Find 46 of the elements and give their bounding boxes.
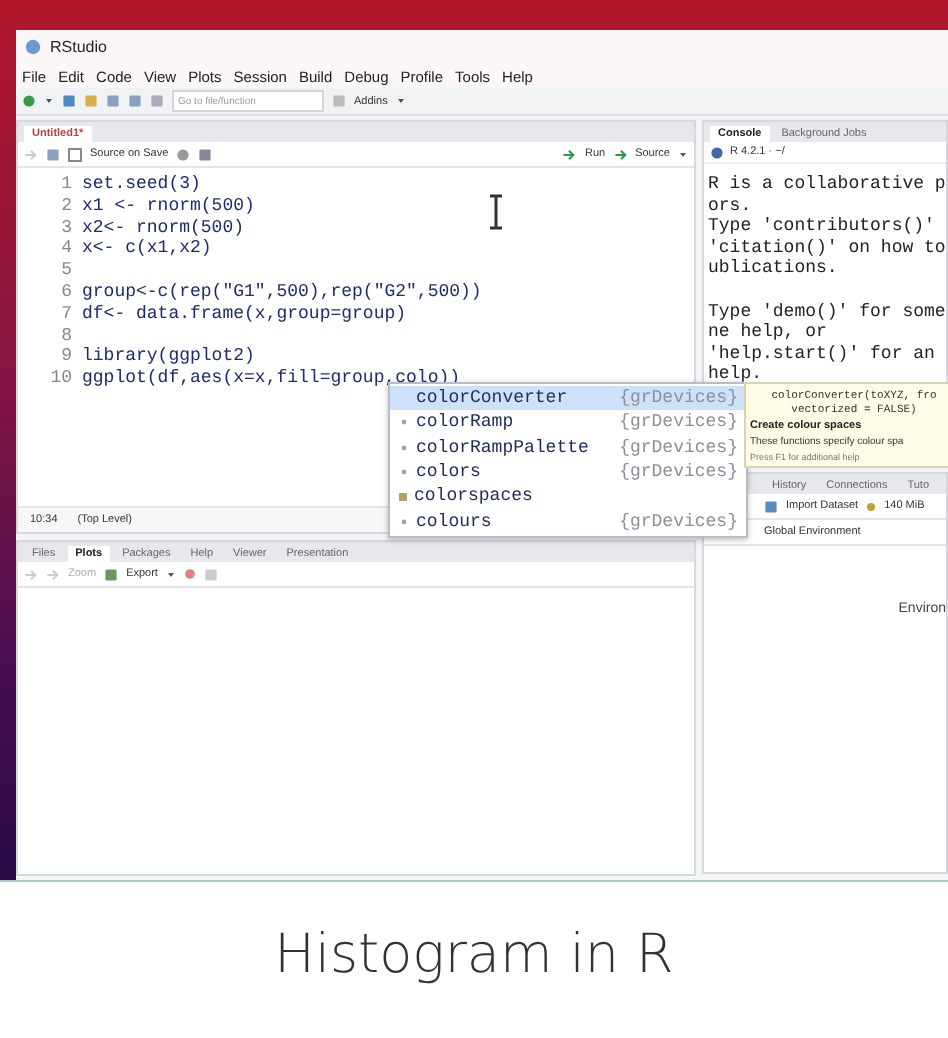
back-button[interactable] <box>24 147 38 161</box>
code-line: x1 <- rnorm(500) <box>82 195 255 218</box>
console-line: 'help.start()' for an <box>708 343 935 364</box>
completion-item[interactable]: colorspaces <box>390 484 746 509</box>
code-line: library(ggplot2) <box>82 346 255 369</box>
code-line: df<- data.frame(x,group=group) <box>82 303 407 326</box>
run-arrow-icon <box>562 147 577 161</box>
completion-item[interactable]: colorRampPalette {grDevices} <box>390 435 746 460</box>
line-number: 9 <box>59 346 74 369</box>
forward-button[interactable] <box>46 567 60 581</box>
video-caption: Histogram in R <box>274 923 674 989</box>
console-line: ors. <box>708 195 752 216</box>
line-number: 2 <box>59 195 74 218</box>
line-number: 8 <box>59 325 74 347</box>
console-line: help. <box>708 364 763 385</box>
console-line: Type 'contributors()' <box>708 216 937 237</box>
console-line: R is a collaborative p <box>708 174 946 194</box>
window-title: RStudio <box>50 38 107 56</box>
line-number: 4 <box>59 238 74 261</box>
code-line: set.seed(3) <box>82 174 201 196</box>
line-number: 1 <box>59 174 74 196</box>
rerun-button[interactable] <box>613 147 628 161</box>
caret-icon <box>165 569 176 579</box>
line-number: 7 <box>59 303 74 326</box>
console-line: ne help, or <box>708 322 827 343</box>
console-line: Type 'demo()' for some <box>708 301 946 322</box>
console-line: 'citation()' on how to <box>708 237 946 258</box>
code-line: ggplot(df,aes(x=x,fill=group,colo)) <box>82 368 461 389</box>
completion-item[interactable]: colorRamp {grDevices} <box>390 410 746 436</box>
line-number: 3 <box>59 217 74 239</box>
caret-icon <box>395 96 406 106</box>
completion-item[interactable]: colors {grDevices} <box>390 459 746 485</box>
console-line: ublications. <box>708 258 838 279</box>
text-cursor-icon <box>488 194 504 230</box>
back-button[interactable] <box>24 567 38 581</box>
source-on-save-checkbox[interactable] <box>68 147 82 161</box>
line-number: 10 <box>48 368 74 390</box>
caret-icon <box>678 149 688 159</box>
caret-icon <box>44 96 54 106</box>
completion-item[interactable]: colorConverter {grDevices} <box>390 386 746 411</box>
code-line: group<-c(rep("G1",500),rep("G2",500)) <box>82 281 482 304</box>
completion-item[interactable]: colours {grDevices} <box>390 508 746 534</box>
line-number: 5 <box>59 260 74 282</box>
line-number: 6 <box>59 281 74 304</box>
code-line: x2<- rnorm(500) <box>82 217 245 239</box>
code-line: x<- c(x1,x2) <box>82 238 212 261</box>
